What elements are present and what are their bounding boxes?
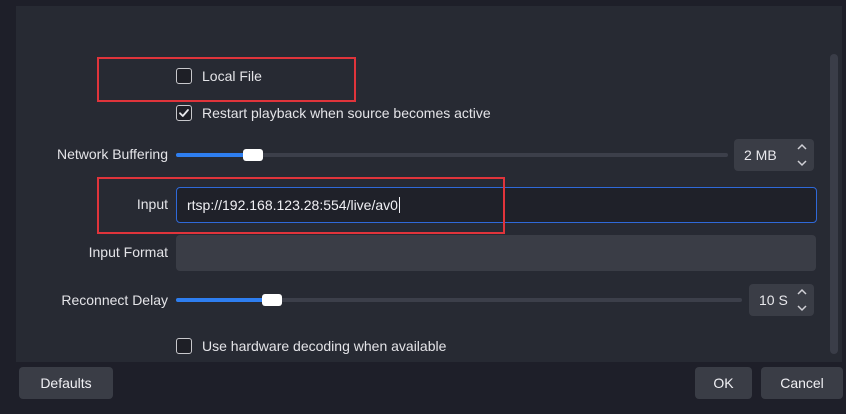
restart-playback-option[interactable]: Restart playback when source becomes act… [176, 105, 491, 121]
input-field[interactable]: rtsp://192.168.123.28:554/live/av0 [176, 187, 817, 223]
local-file-label: Local File [202, 68, 262, 84]
reconnect-delay-spinbox[interactable]: 10 S [749, 284, 814, 316]
restart-playback-checkbox[interactable] [176, 105, 192, 121]
network-buffering-value: 2 MB [744, 147, 777, 163]
network-buffering-slider[interactable] [176, 147, 728, 163]
defaults-button[interactable]: Defaults [19, 367, 113, 399]
hardware-decoding-option[interactable]: Use hardware decoding when available [176, 338, 446, 354]
scrollbar[interactable] [826, 44, 842, 362]
local-file-option[interactable]: Local File [176, 68, 262, 84]
ok-button[interactable]: OK [695, 367, 752, 399]
cancel-button[interactable]: Cancel [761, 367, 843, 399]
top-panel [16, 6, 842, 44]
local-file-checkbox[interactable] [176, 68, 192, 84]
reconnect-delay-slider[interactable] [176, 292, 742, 308]
chevron-up-icon[interactable] [797, 288, 807, 296]
restart-playback-label: Restart playback when source becomes act… [202, 105, 491, 121]
network-buffering-spinbox[interactable]: 2 MB [734, 139, 814, 171]
reconnect-delay-label: Reconnect Delay [61, 292, 168, 308]
slider-handle[interactable] [243, 149, 263, 161]
input-format-field[interactable] [176, 235, 816, 271]
slider-fill [176, 298, 272, 302]
reconnect-delay-value: 10 S [759, 292, 788, 308]
slider-fill [176, 153, 253, 157]
slider-handle[interactable] [262, 294, 282, 306]
chevron-down-icon[interactable] [797, 304, 807, 312]
chevron-up-icon[interactable] [797, 143, 807, 151]
chevron-down-icon[interactable] [797, 159, 807, 167]
network-buffering-label: Network Buffering [56, 146, 168, 162]
input-label: Input [136, 196, 168, 212]
input-format-label: Input Format [88, 244, 168, 260]
text-caret [398, 197, 400, 213]
hardware-decoding-checkbox[interactable] [176, 338, 192, 354]
checkmark-icon [179, 109, 189, 117]
scrollbar-thumb[interactable] [830, 54, 838, 354]
input-value: rtsp://192.168.123.28:554/live/av0 [187, 197, 398, 213]
hardware-decoding-label: Use hardware decoding when available [202, 338, 447, 354]
